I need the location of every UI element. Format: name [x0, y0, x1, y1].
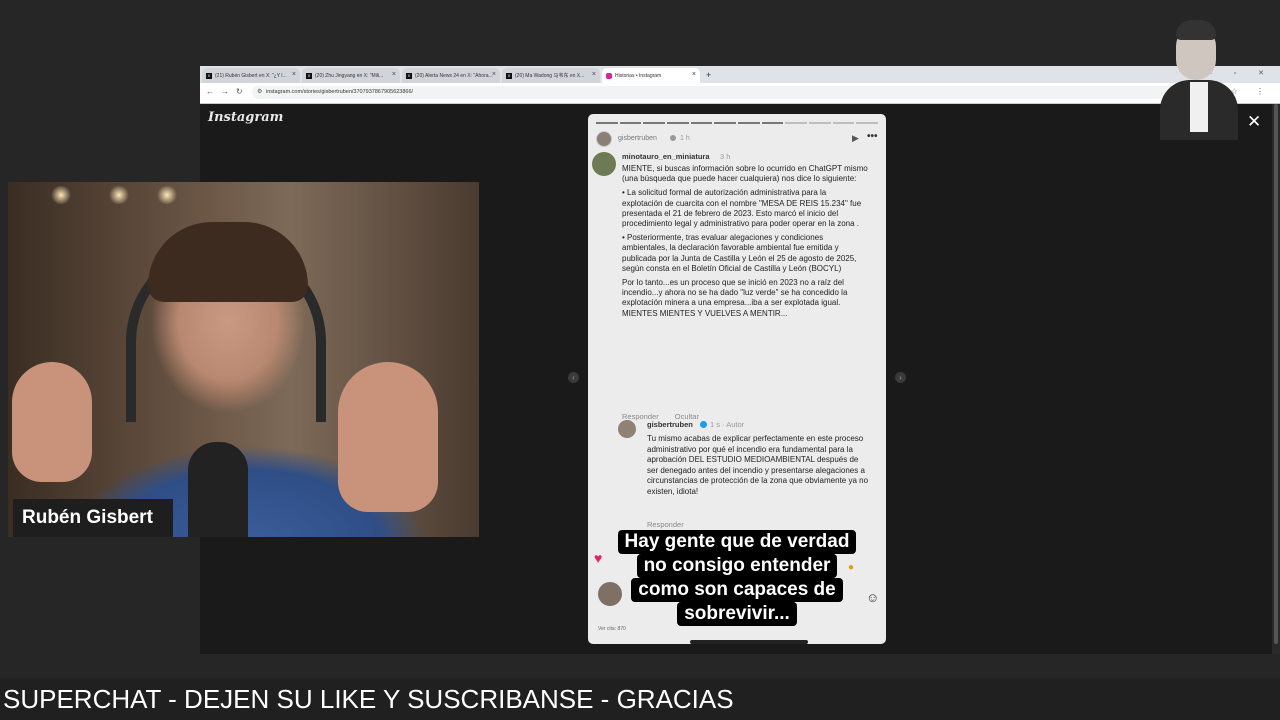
host-portrait — [1150, 18, 1238, 140]
footer-label: Ver cita: 870 — [598, 626, 626, 632]
browser-tab[interactable]: X (20) Ma Wadong 马韦东 en X... × — [502, 68, 600, 83]
comment-intro: MIENTE, si buscas información sobre lo o… — [622, 164, 868, 184]
sticker-icon[interactable]: ☺ — [866, 590, 879, 605]
overlay-line: como son capaces de — [631, 578, 843, 602]
progress-segment — [809, 122, 831, 124]
comment-bullet: • Posteriormente, tras evaluar alegacion… — [622, 233, 857, 273]
next-story-button[interactable]: › — [895, 372, 906, 383]
story-card[interactable]: gisbertruben 1 h ▶ ••• minotauro_en_mini… — [588, 114, 886, 644]
progress-segment — [714, 122, 737, 124]
tab-close-icon[interactable]: × — [692, 71, 696, 78]
verified-badge-icon — [670, 135, 676, 141]
tab-title: (21) Rubén Gisbert en X: "¿Y l... — [215, 72, 287, 79]
browser-tab[interactable]: X (20) Alerta News 24 en X: "Ahora... × — [402, 68, 500, 83]
url-field[interactable]: ⚙ instagram.com/stories/gisbertruben/370… — [252, 86, 1202, 99]
webcam-video — [8, 182, 479, 537]
play-icon[interactable]: ▶ — [852, 133, 859, 144]
story-progress — [596, 122, 879, 124]
ticker-text: SUPERCHAT - DEJEN SU LIKE Y SUSCRIBANSE … — [3, 684, 734, 714]
reload-icon[interactable]: ↻ — [236, 87, 243, 96]
instagram-icon — [606, 72, 612, 79]
x-logo-icon: X — [206, 72, 212, 79]
progress-segment — [856, 122, 879, 124]
avatar[interactable] — [596, 131, 612, 147]
ticker-bar: SUPERCHAT - DEJEN SU LIKE Y SUSCRIBANSE … — [0, 678, 1280, 720]
overlay-line: no consigo entender — [636, 554, 838, 578]
reply-username[interactable]: gisbertruben — [647, 420, 693, 429]
microphone — [188, 442, 248, 537]
overlay-line: sobrevivir... — [677, 602, 797, 626]
previous-story-button[interactable]: ‹ — [568, 372, 579, 383]
avatar[interactable] — [598, 582, 622, 606]
progress-segment — [619, 122, 642, 124]
comment-time: 3 h — [720, 152, 731, 161]
tab-title: (20) Alerta News 24 en X: "Ahora... — [415, 72, 493, 79]
browser-tab[interactable]: X (20) Zhu Jingyang en X: "Mili... × — [302, 68, 400, 83]
story-header: gisbertruben 1 h ▶ ••• — [596, 131, 878, 147]
tab-close-icon[interactable]: × — [292, 71, 296, 78]
lamp-light — [50, 186, 72, 204]
presenter-hand — [12, 362, 92, 482]
close-icon[interactable]: ✕ — [1247, 112, 1261, 132]
progress-segment — [761, 122, 784, 124]
comment-body: MIENTE, si buscas información sobre lo o… — [622, 164, 868, 323]
avatar[interactable] — [618, 420, 636, 438]
story-overlay-text: Hay gente que de verdad no consigo enten… — [588, 530, 886, 626]
progress-segment — [667, 122, 689, 124]
tab-strip: X (21) Rubén Gisbert en X: "¿Y l... × X … — [200, 66, 1280, 83]
new-tab-button[interactable]: + — [706, 68, 711, 83]
story-time: 1 h — [680, 135, 690, 142]
tab-close-icon[interactable]: × — [392, 71, 396, 78]
presenter-hand — [338, 362, 438, 512]
tab-title: Historias • Instagram — [615, 72, 662, 79]
progress-segment — [738, 122, 760, 124]
portrait-shirt — [1190, 82, 1208, 132]
lamp-light — [108, 186, 130, 204]
url-text: instagram.com/stories/gisbertruben/37079… — [266, 89, 414, 95]
presenter-hair — [148, 222, 308, 302]
back-icon[interactable]: ← — [206, 87, 214, 96]
tab-title: (20) Zhu Jingyang en X: "Mili... — [315, 72, 384, 79]
avatar[interactable] — [592, 152, 616, 176]
progress-segment — [785, 122, 808, 124]
address-bar: ← → ↻ ⚙ instagram.com/stories/gisbertrub… — [200, 83, 1280, 104]
overlay-line: Hay gente que de verdad — [617, 530, 857, 554]
portrait-hair — [1176, 20, 1216, 40]
progress-segment — [690, 122, 713, 124]
scrollbar-thumb[interactable] — [1274, 104, 1278, 644]
browser-tab[interactable]: X (21) Rubén Gisbert en X: "¿Y l... × — [202, 68, 300, 83]
x-logo-icon: X — [306, 72, 312, 79]
x-logo-icon: X — [406, 72, 412, 79]
progress-segment — [832, 122, 855, 124]
tab-close-icon[interactable]: × — [492, 71, 496, 78]
comment-bullet: • La solicitud formal de autorización ad… — [622, 188, 862, 229]
progress-segment — [643, 122, 666, 124]
more-options-icon[interactable]: ••• — [867, 131, 878, 142]
progress-segment — [596, 122, 618, 124]
presenter-name-plate: Rubén Gisbert — [13, 499, 173, 537]
forward-icon[interactable]: → — [221, 87, 229, 96]
story-username[interactable]: gisbertruben — [618, 135, 657, 142]
reply-body: Tu mismo acabas de explicar perfectament… — [647, 434, 869, 496]
x-logo-icon: X — [506, 72, 512, 79]
lamp-light — [156, 186, 178, 204]
comment-conclusion: Por lo tanto...es un proceso que se inic… — [622, 278, 848, 318]
scrollbar[interactable] — [1272, 104, 1280, 654]
browser-tab-active[interactable]: Historias • Instagram × — [602, 68, 700, 83]
story-bottom-bar — [690, 640, 808, 644]
tab-close-icon[interactable]: × — [592, 71, 596, 78]
comment-username[interactable]: minotauro_en_miniatura — [622, 152, 710, 161]
site-info-icon[interactable]: ⚙ — [257, 86, 262, 99]
reply-meta: 1 s · Autor — [710, 420, 745, 429]
verified-badge-icon — [700, 421, 707, 428]
tab-title: (20) Ma Wadong 马韦东 en X... — [515, 73, 585, 79]
instagram-logo[interactable]: Instagram — [208, 110, 283, 125]
reply-button[interactable]: Responder — [647, 520, 684, 529]
